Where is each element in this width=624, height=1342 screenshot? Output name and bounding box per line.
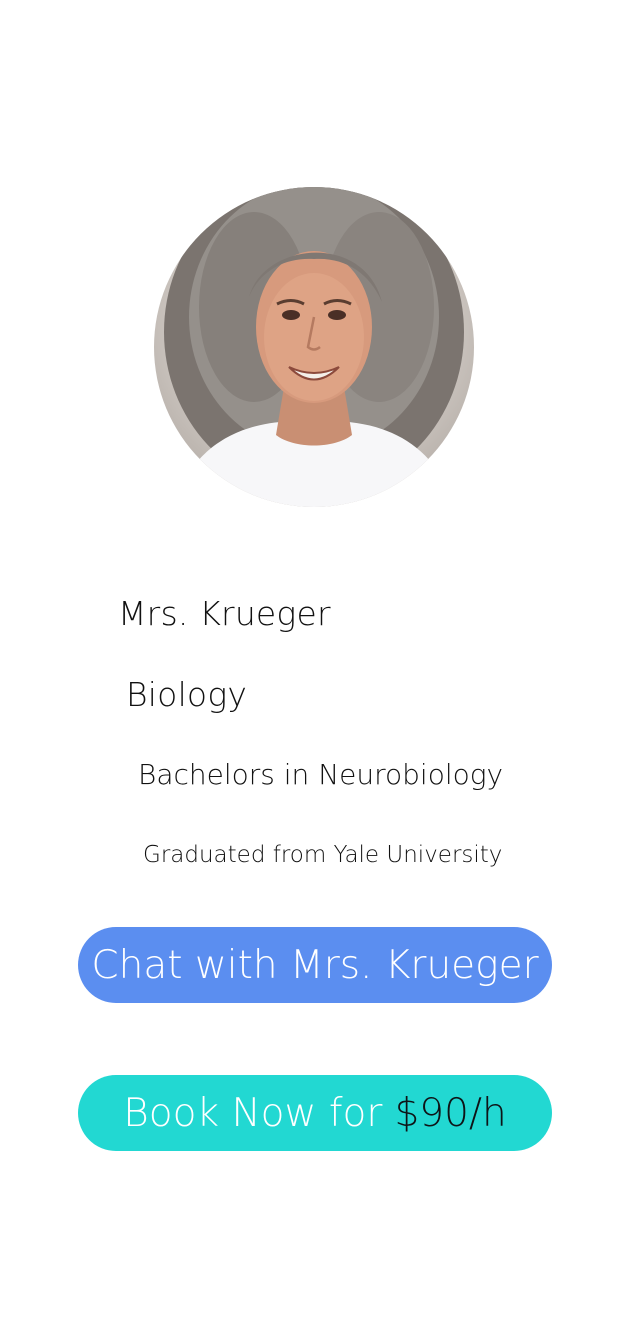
book-button-label: Book Now for [123,1090,383,1136]
teacher-name: Mrs. Krueger [118,594,331,633]
teacher-subject: Biology [126,675,248,714]
book-now-button[interactable]: Book Now for $90/h [78,1075,552,1151]
avatar-portrait-image [164,187,464,507]
profile-avatar [154,187,474,507]
chat-button[interactable]: Chat with Mrs. Krueger [78,927,552,1003]
teacher-degree: Bachelors in Neurobiology [138,758,504,791]
teacher-school: Graduated from Yale University [143,842,503,868]
book-price: $90/h [394,1090,507,1136]
chat-button-label: Chat with Mrs. Krueger [91,942,539,988]
